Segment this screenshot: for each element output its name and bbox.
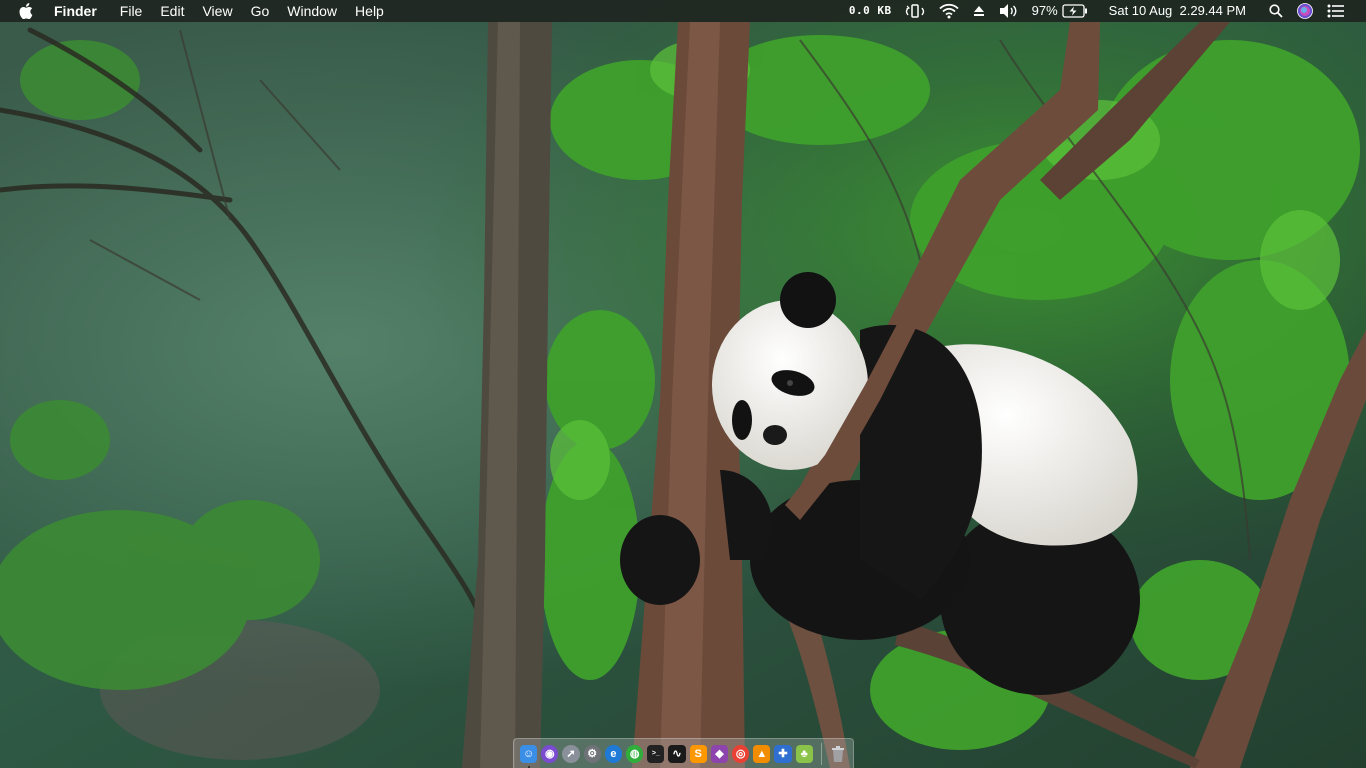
- menu-view[interactable]: View: [193, 0, 241, 22]
- network-speed[interactable]: 0.0 KB: [849, 0, 892, 22]
- dock-chrome-icon[interactable]: ◎: [732, 744, 750, 763]
- menu-help[interactable]: Help: [346, 0, 393, 22]
- dock-vlc-icon[interactable]: ▲: [753, 744, 771, 763]
- battery-charging-icon[interactable]: [1062, 0, 1088, 22]
- notification-center-icon[interactable]: [1327, 0, 1345, 22]
- desktop-wallpaper: [0, 0, 1366, 768]
- dock-android-studio-icon[interactable]: ♣: [795, 744, 813, 763]
- menu-bar-left: Finder File Edit View Go Window Help: [0, 0, 393, 22]
- menu-file[interactable]: File: [111, 0, 152, 22]
- menu-bar-status: 0.0 KB 97% Sat 10 Aug 2.29.44 PM: [843, 0, 1366, 22]
- apple-icon[interactable]: [19, 0, 35, 22]
- dock: ☺ ◉ ➚ ⚙ e ◍ >_ ∿ S ◆ ◎ ▲ ✚ ♣: [513, 738, 854, 768]
- menu-window[interactable]: Window: [278, 0, 346, 22]
- siri-icon[interactable]: [1297, 0, 1313, 22]
- wifi-icon[interactable]: [939, 0, 959, 22]
- rotation-lock-icon[interactable]: [905, 0, 925, 22]
- dock-github-desktop-icon[interactable]: ◆: [710, 744, 729, 763]
- dock-sublime-text-icon[interactable]: S: [689, 744, 707, 763]
- menu-go[interactable]: Go: [242, 0, 279, 22]
- dock-trash-icon[interactable]: [830, 745, 847, 763]
- dock-terminal-icon[interactable]: >_: [647, 744, 665, 763]
- battery-percent[interactable]: 97%: [1032, 0, 1058, 22]
- dock-launchpad-icon[interactable]: ➚: [562, 744, 580, 763]
- dock-activity-monitor-icon[interactable]: ∿: [668, 744, 686, 763]
- dock-finder-icon[interactable]: ☺: [520, 744, 538, 768]
- menu-bar: Finder File Edit View Go Window Help 0.0…: [0, 0, 1366, 22]
- menu-edit[interactable]: Edit: [151, 0, 193, 22]
- dock-siri-icon[interactable]: ◉: [541, 744, 559, 763]
- spotlight-search-icon[interactable]: [1269, 0, 1283, 22]
- volume-icon[interactable]: [999, 0, 1019, 22]
- dock-internet-explorer-icon[interactable]: e: [604, 744, 623, 763]
- dock-system-preferences-icon[interactable]: ⚙: [583, 744, 601, 763]
- running-indicator: [528, 765, 530, 768]
- eject-icon[interactable]: [973, 0, 985, 22]
- dock-separator: [820, 742, 822, 765]
- dock-globe-browser-icon[interactable]: ◍: [626, 744, 644, 763]
- clock[interactable]: Sat 10 Aug 2.29.44 PM: [1109, 0, 1246, 22]
- dock-xcode-icon[interactable]: ✚: [774, 744, 792, 763]
- menu-app-finder[interactable]: Finder: [54, 0, 111, 22]
